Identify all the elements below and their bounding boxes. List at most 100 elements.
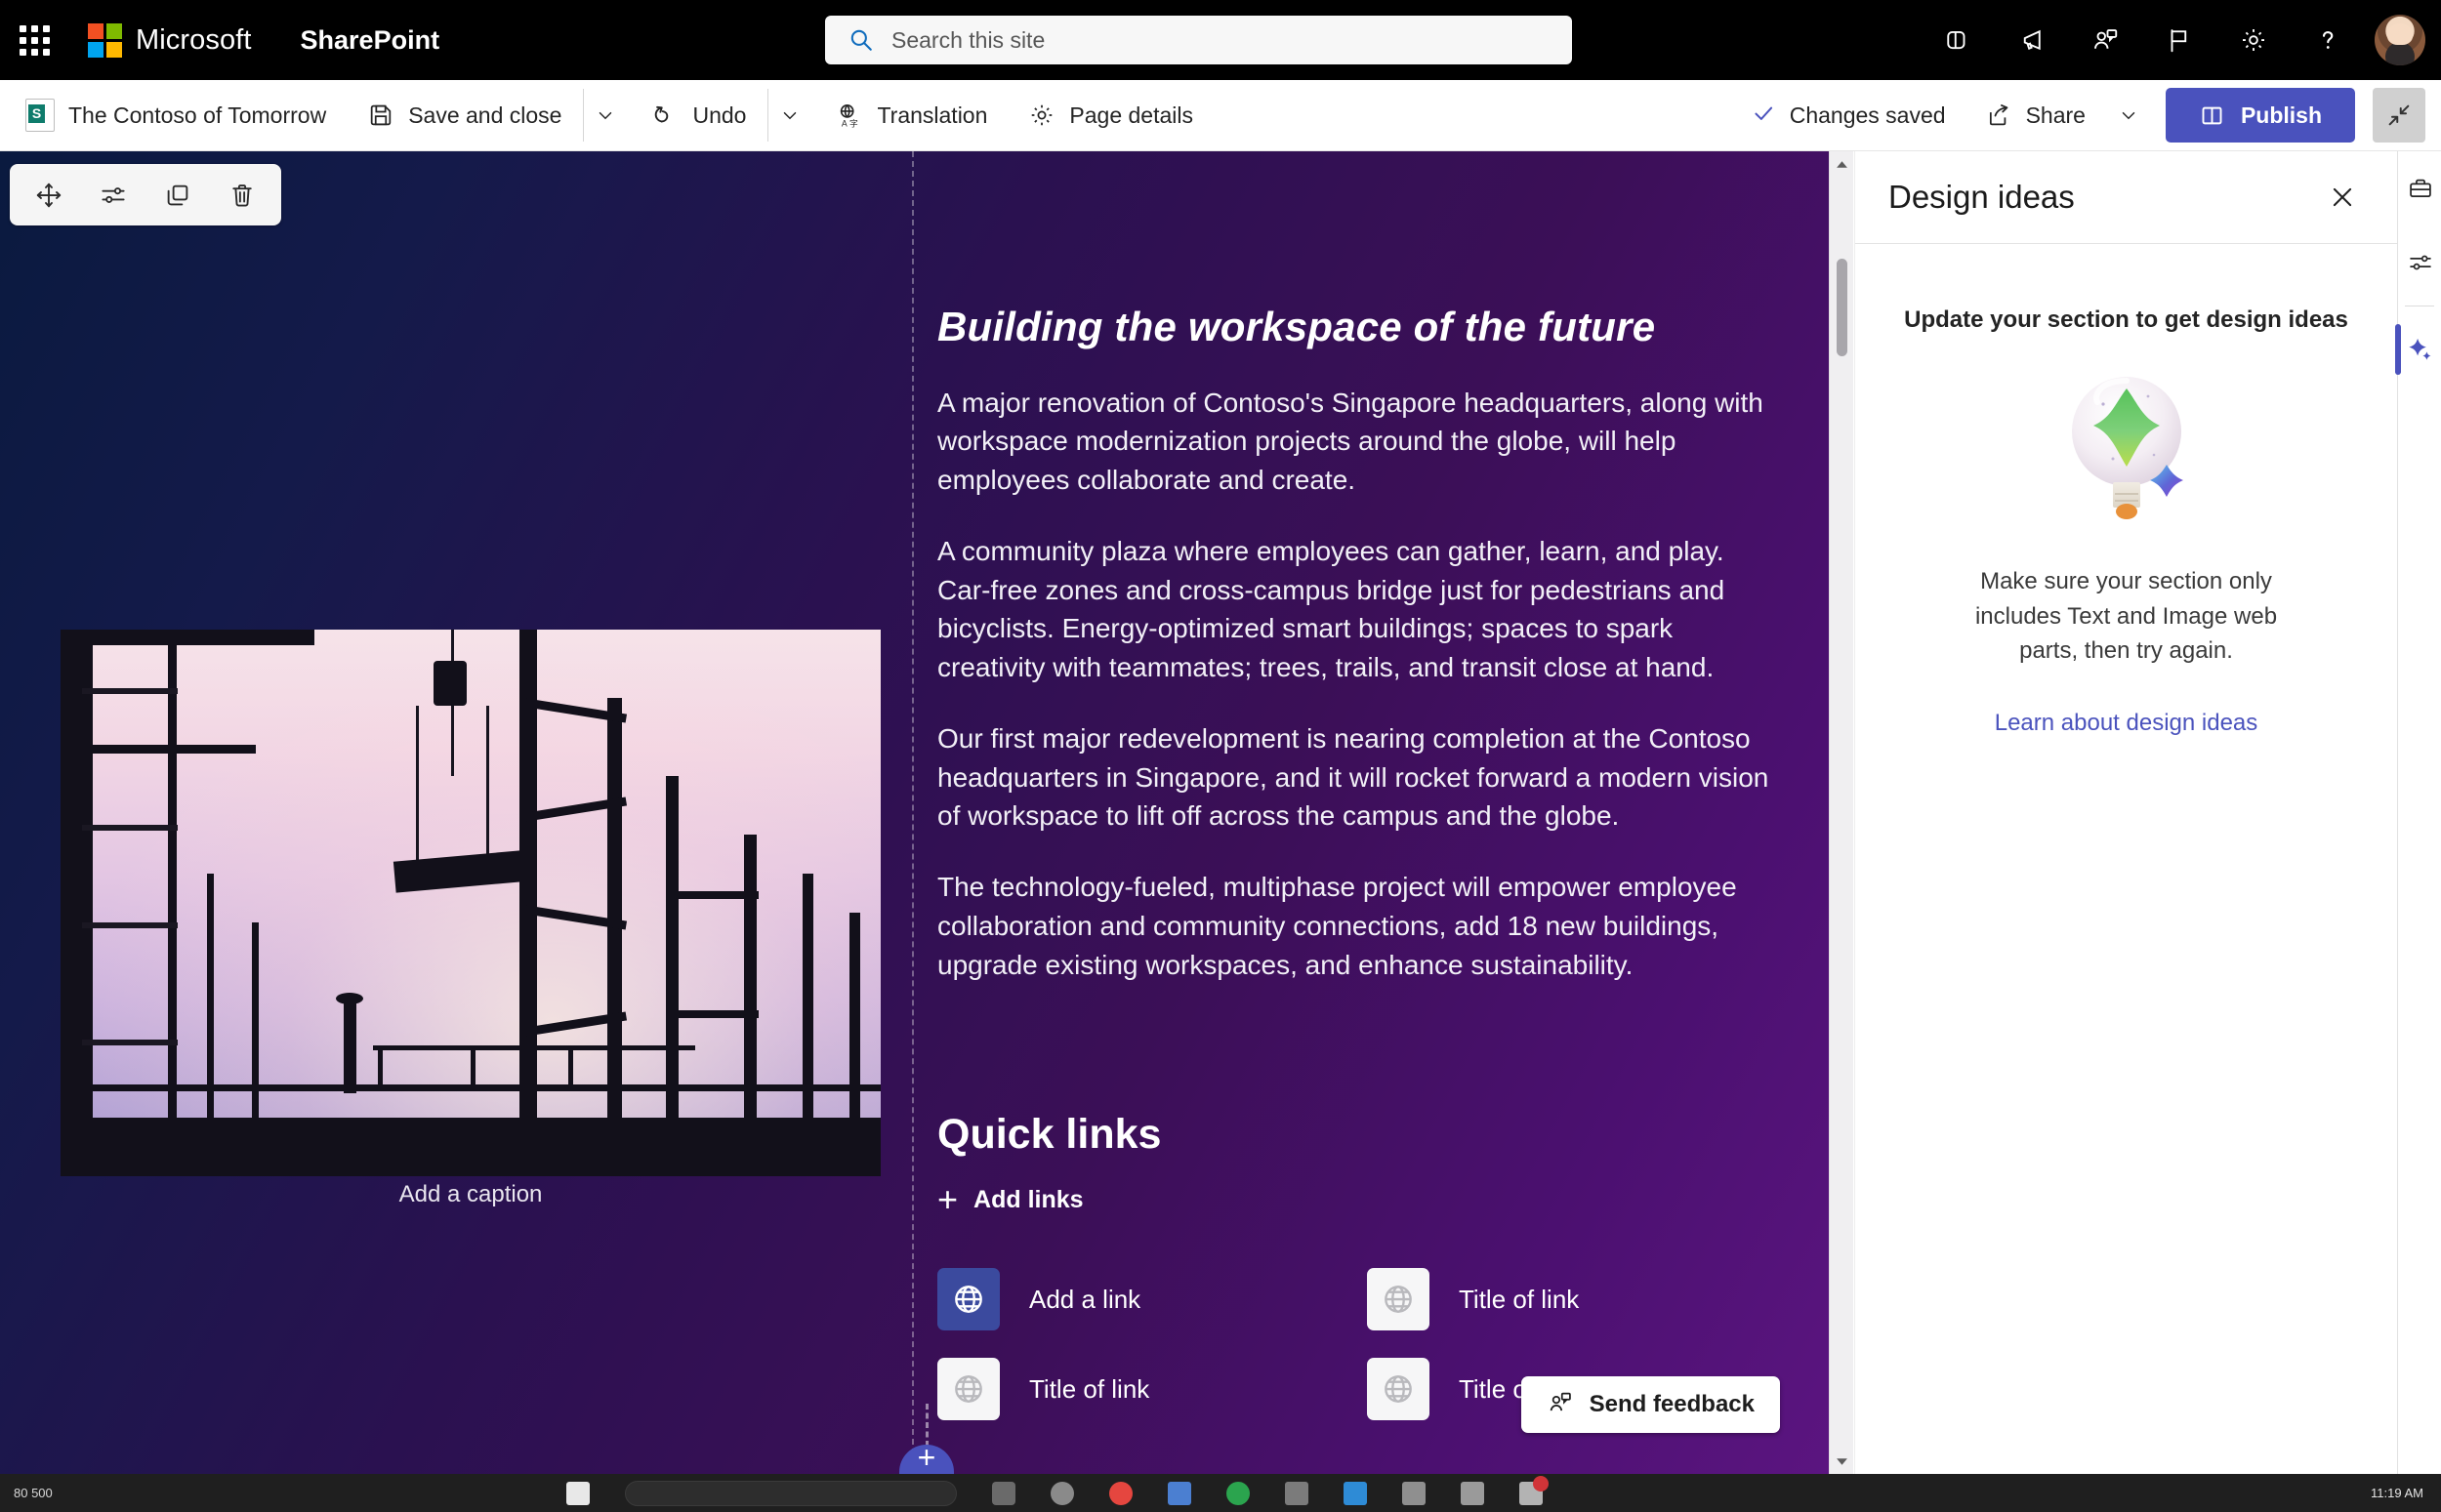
copilot-icon[interactable] (1931, 15, 1982, 65)
quick-links-title: Quick links (937, 1111, 1162, 1159)
scrollbar-thumb[interactable] (1837, 259, 1847, 356)
quick-link-item[interactable]: Add a link (937, 1268, 1357, 1331)
svg-text:A: A (842, 119, 848, 129)
page-canvas: Add a caption Building the workspace of … (0, 151, 1829, 1474)
save-options-chevron-down-icon[interactable] (583, 89, 626, 142)
search-input[interactable] (891, 26, 1507, 54)
app-name-sharepoint[interactable]: SharePoint (301, 25, 440, 56)
design-ideas-message: Make sure your section only includes Tex… (1974, 568, 2278, 665)
page-title-button[interactable]: The Contoso of Tomorrow (10, 89, 342, 142)
collapse-diagonal-icon[interactable] (2373, 88, 2425, 143)
share-icon (1985, 102, 2012, 129)
help-icon[interactable] (2302, 15, 2353, 65)
translation-button[interactable]: A 字 Translation (820, 89, 1003, 142)
gear-icon[interactable] (2228, 15, 2279, 65)
sparkle-icon[interactable] (2395, 312, 2441, 387)
sharepoint-page-icon (25, 99, 55, 132)
undo-options-chevron-down-icon[interactable] (767, 89, 810, 142)
notification-badge (1533, 1475, 1549, 1492)
article-paragraph: A community plaza where employees can ga… (937, 535, 1725, 683)
microsoft-wordmark: Microsoft (136, 23, 252, 56)
taskbar-clock[interactable]: 11:19 AM (2371, 1486, 2423, 1500)
taskbar-icon[interactable] (1344, 1481, 1367, 1505)
taskbar-icon[interactable] (1519, 1475, 1549, 1505)
megaphone-icon[interactable] (2006, 15, 2056, 65)
search-box[interactable] (825, 16, 1572, 64)
lightbulb-sparkle-illustration (1855, 357, 2397, 533)
taskbar-icon[interactable] (992, 1481, 1015, 1505)
share-options-chevron-down-icon[interactable] (2107, 89, 2150, 142)
microsoft-squares-icon (88, 22, 122, 58)
send-feedback-button[interactable]: Send feedback (1520, 1376, 1780, 1433)
page-details-button[interactable]: Page details (1013, 89, 1209, 142)
construction-site-image[interactable] (61, 630, 881, 1176)
quick-link-item[interactable]: Title of link (937, 1358, 1357, 1421)
taskbar-icon[interactable] (1051, 1481, 1074, 1505)
learn-about-design-ideas-link[interactable]: Learn about design ideas (1855, 710, 2397, 737)
globe-icon (937, 1268, 1000, 1331)
taskbar-icon[interactable] (1461, 1481, 1484, 1505)
quick-link-label: Title of link (1459, 1284, 1580, 1314)
page-title-label: The Contoso of Tomorrow (68, 102, 327, 128)
undo-arrow-icon (651, 102, 679, 129)
quick-link-label: Add a link (1029, 1284, 1141, 1314)
taskbar-search-pill[interactable] (625, 1480, 957, 1506)
search-icon (848, 27, 874, 53)
taskbar-apps (566, 1475, 1549, 1506)
save-disk-icon (367, 102, 394, 129)
translation-label: Translation (877, 102, 988, 128)
avatar[interactable] (2375, 15, 2425, 65)
waffle-icon (19, 24, 50, 56)
taskbar-icon[interactable] (1109, 1481, 1133, 1505)
add-links-label: Add links (973, 1185, 1084, 1213)
quick-link-label: Title of link (1029, 1373, 1150, 1404)
globe-icon (1367, 1358, 1429, 1421)
undo-label: Undo (692, 102, 747, 128)
taskbar-icon[interactable] (1402, 1481, 1426, 1505)
image-web-part[interactable]: Add a caption (0, 151, 913, 1474)
toolbox-icon[interactable] (2398, 151, 2441, 225)
scroll-down-icon[interactable] (1830, 1449, 1854, 1474)
web-part-toolbar (10, 164, 281, 225)
sliders-icon[interactable] (2398, 225, 2441, 300)
suite-actions (1920, 0, 2441, 80)
publish-button[interactable]: Publish (2165, 88, 2355, 143)
gear-icon (1028, 102, 1055, 129)
canvas-scrollbar[interactable] (1829, 151, 1853, 1474)
image-caption-input[interactable]: Add a caption (61, 1181, 881, 1208)
add-section-label: + (917, 1440, 936, 1474)
suite-header-bar: Microsoft SharePoint (0, 0, 2441, 80)
taskbar-icon[interactable] (1168, 1481, 1191, 1505)
edit-properties-icon[interactable] (88, 171, 139, 220)
book-icon (2199, 102, 2225, 129)
search-container (825, 16, 1572, 64)
people-chat-icon[interactable] (2080, 15, 2131, 65)
command-bar: The Contoso of Tomorrow Save and close U… (0, 80, 2441, 151)
add-links-button[interactable]: + Add links (937, 1182, 1084, 1217)
scroll-up-icon[interactable] (1830, 151, 1854, 177)
microsoft-logo[interactable]: Microsoft (88, 22, 252, 58)
design-ideas-subheading: Update your section to get design ideas (1904, 306, 2348, 333)
flag-icon[interactable] (2154, 15, 2205, 65)
text-web-part[interactable]: Building the workspace of the future A m… (937, 151, 1821, 1474)
move-handle-icon[interactable] (23, 171, 74, 220)
share-button[interactable]: Share (1969, 89, 2101, 142)
editor-right-rail (2395, 151, 2441, 1474)
taskbar-icon[interactable] (1226, 1481, 1250, 1505)
trash-icon[interactable] (217, 171, 268, 220)
close-icon[interactable] (2321, 176, 2364, 219)
feedback-person-icon (1547, 1389, 1574, 1421)
article-paragraph: Our first major redevelopment is nearing… (937, 722, 1769, 832)
duplicate-icon[interactable] (152, 171, 203, 220)
changes-saved-status: Changes saved (1751, 101, 1946, 131)
article-paragraph: The technology-fueled, multiphase projec… (937, 872, 1737, 980)
design-ideas-title: Design ideas (1888, 179, 2075, 215)
taskbar-icon[interactable] (1285, 1481, 1308, 1505)
app-launcher-button[interactable] (0, 0, 68, 80)
save-and-close-button[interactable]: Save and close (352, 89, 577, 142)
share-label: Share (2025, 102, 2086, 128)
quick-link-item[interactable]: Title of link (1367, 1268, 1787, 1331)
changes-saved-label: Changes saved (1789, 102, 1946, 128)
taskbar-icon[interactable] (566, 1481, 590, 1505)
undo-button[interactable]: Undo (636, 89, 762, 142)
